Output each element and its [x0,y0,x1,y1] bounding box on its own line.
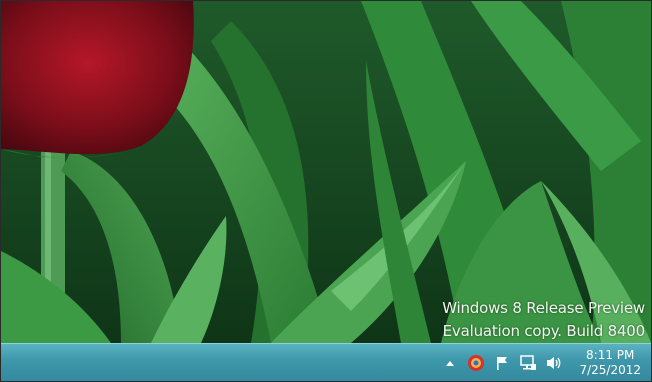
desktop-wallpaper [1,1,651,343]
clock-date: 7/25/2012 [579,363,641,377]
watermark-line-2: Evaluation copy. Build 8400 [442,322,646,340]
network-icon[interactable] [517,352,539,374]
watermark-line-1: Windows 8 Release Preview [442,299,645,317]
action-center-flag-icon[interactable] [491,352,513,374]
desktop-window: Windows 8 Release Preview Evaluation cop… [0,0,652,382]
taskbar-clock[interactable]: 8:11 PM 7/25/2012 [575,348,645,378]
volume-icon[interactable] [543,352,565,374]
taskbar[interactable]: 8:11 PM 7/25/2012 [1,343,651,381]
notification-area: 8:11 PM 7/25/2012 [435,344,645,381]
app-icon[interactable] [465,352,487,374]
evaluation-watermark: Windows 8 Release Preview Evaluation cop… [442,297,645,343]
show-hidden-icons-chevron-icon[interactable] [439,352,461,374]
clock-time: 8:11 PM [586,348,635,362]
